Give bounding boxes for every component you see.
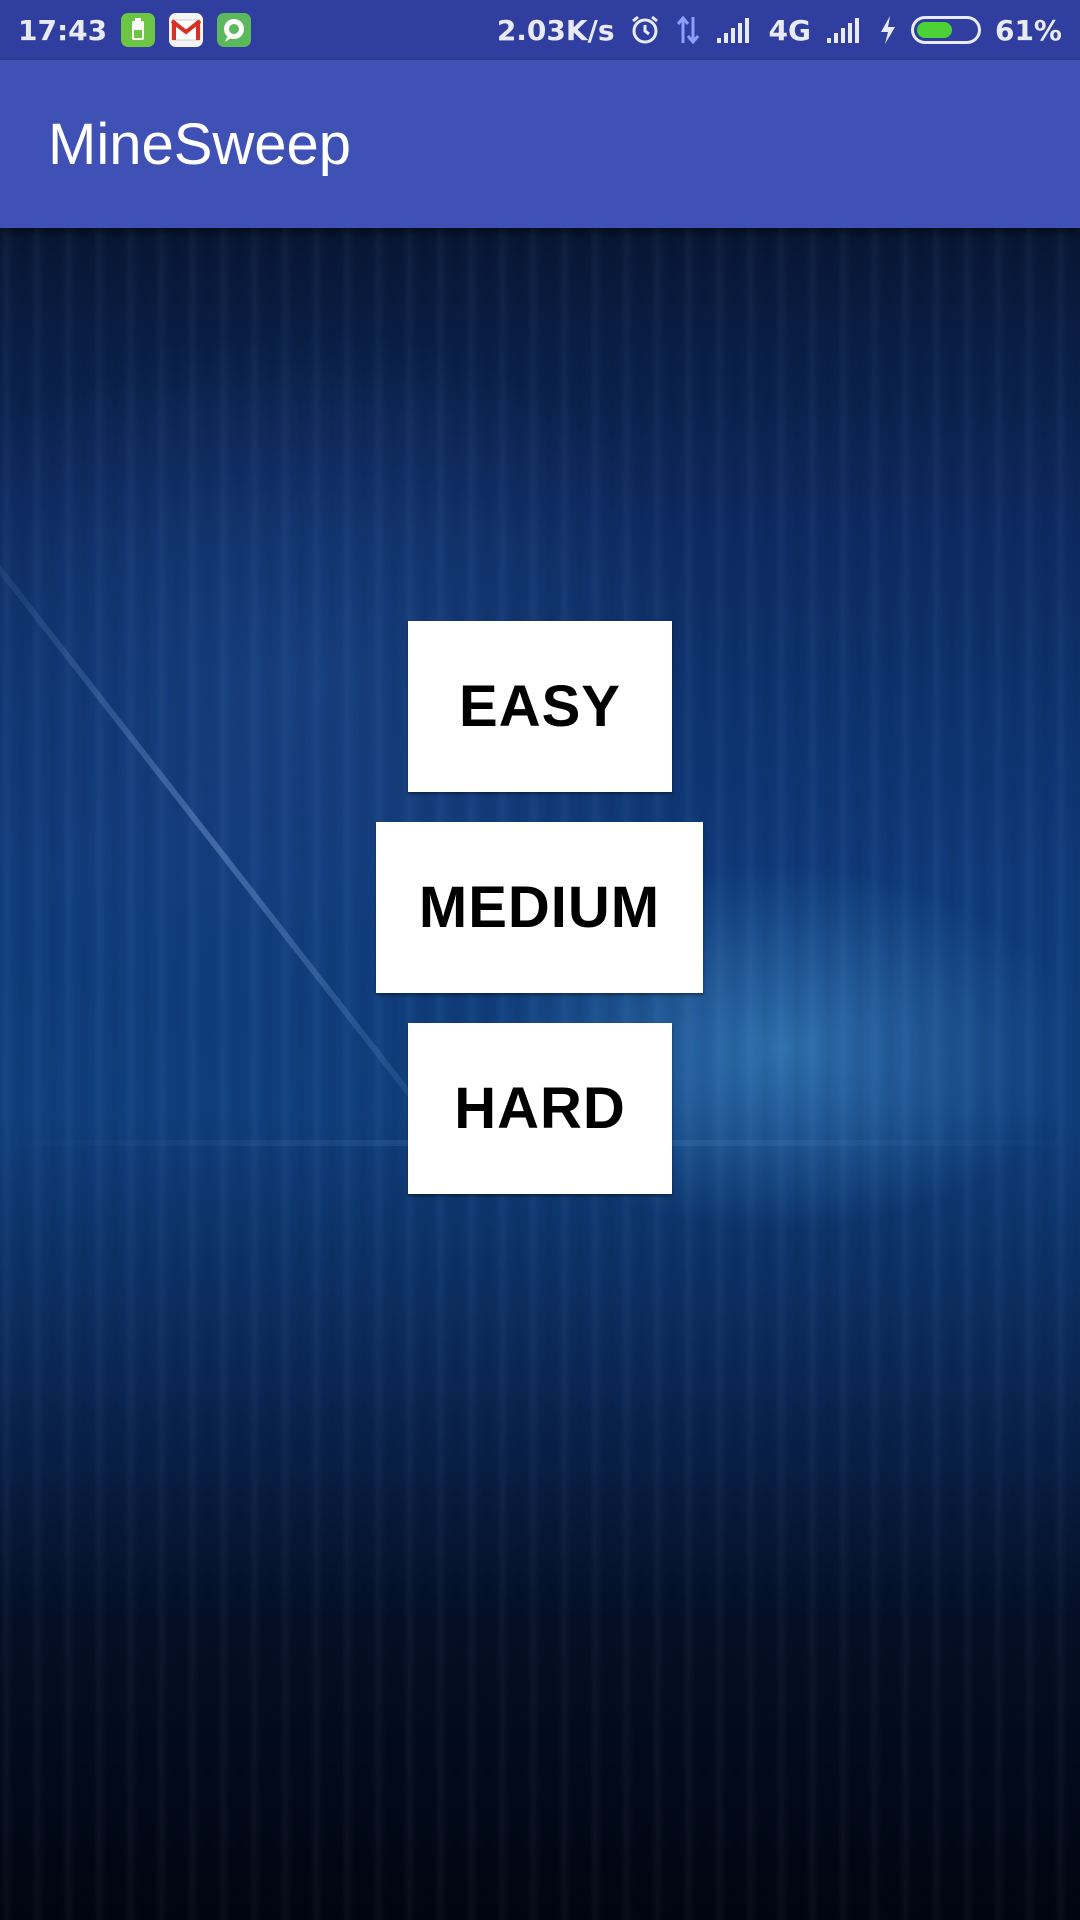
app-bar: MineSweep xyxy=(0,60,1080,228)
signal-icon-2 xyxy=(825,16,865,44)
alarm-icon xyxy=(629,14,661,46)
medium-button[interactable]: MEDIUM xyxy=(376,822,703,993)
gmail-icon xyxy=(169,13,204,47)
status-time: 17:43 xyxy=(18,13,108,47)
network-speed: 2.03K/s xyxy=(496,13,615,47)
chat-app-icon xyxy=(217,13,252,47)
battery-app-icon xyxy=(121,13,156,47)
battery-percent: 61% xyxy=(994,13,1062,47)
hard-button[interactable]: HARD xyxy=(408,1023,672,1194)
signal-icon xyxy=(715,16,755,44)
network-type: 4G xyxy=(768,13,811,47)
app-title: MineSweep xyxy=(48,111,352,177)
data-transfer-icon xyxy=(675,15,701,45)
battery-level-fill xyxy=(916,22,952,38)
status-bar: 17:43 2.03K/s 4G 61% xyxy=(0,0,1080,60)
battery-icon xyxy=(910,16,981,44)
main-background: EASY MEDIUM HARD xyxy=(0,228,1080,1920)
charging-icon xyxy=(879,15,897,45)
easy-button[interactable]: EASY xyxy=(408,621,672,792)
